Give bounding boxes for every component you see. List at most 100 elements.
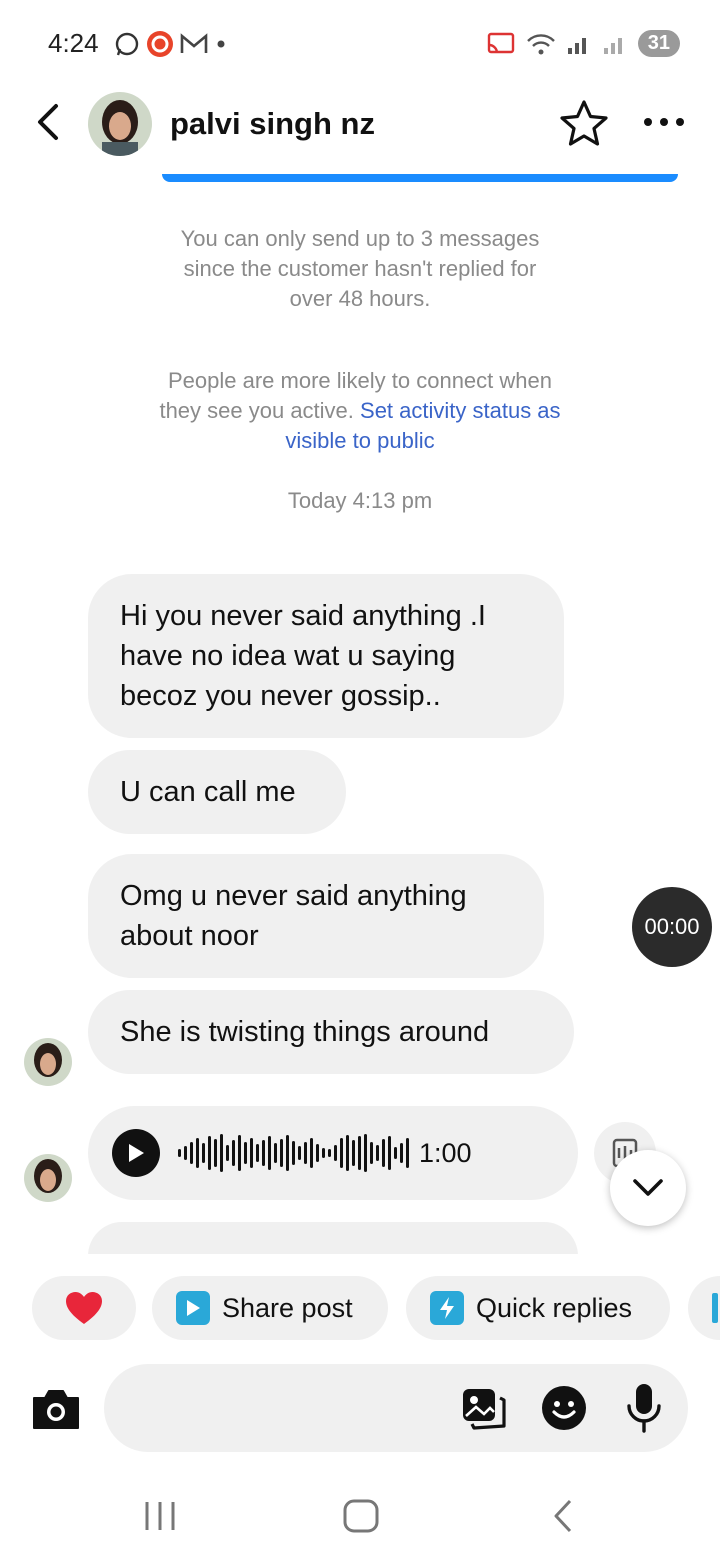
waveform-bar	[226, 1145, 229, 1161]
play-icon	[129, 1144, 144, 1162]
heart-icon	[66, 1292, 102, 1324]
home-icon[interactable]	[342, 1498, 380, 1534]
gmail-icon	[180, 33, 208, 53]
message-timestamp: Today 4:13 pm	[287, 488, 433, 513]
message-bubble[interactable]: Omg u never said anything about noor	[88, 854, 544, 978]
waveform-bar	[190, 1142, 193, 1164]
profile-card-edge	[162, 174, 678, 182]
notice-line: over 48 hours.	[289, 286, 431, 311]
message-text: about noor	[120, 920, 259, 952]
message-bubble[interactable]: U can call me	[88, 750, 346, 834]
share-post-icon	[176, 1291, 210, 1325]
waveform-bar	[202, 1143, 205, 1163]
waveform-bar	[400, 1143, 403, 1163]
microphone-icon[interactable]	[624, 1382, 664, 1434]
voice-waveform[interactable]	[178, 1133, 409, 1173]
waveform-bar	[250, 1138, 253, 1168]
waveform-bar	[382, 1139, 385, 1167]
waveform-bar	[328, 1149, 331, 1157]
message-text: U can call me	[120, 776, 296, 808]
signal-icon-2	[603, 37, 622, 54]
waveform-bar	[178, 1149, 181, 1157]
waveform-bar	[232, 1140, 235, 1166]
chip-label: Quick replies	[476, 1292, 633, 1323]
waveform-bar	[286, 1135, 289, 1171]
activity-status-link-continued[interactable]: visible to public	[90, 426, 630, 456]
share-post-chip[interactable]: Share post	[152, 1276, 388, 1340]
sticker-icon[interactable]	[540, 1384, 588, 1432]
star-icon[interactable]	[558, 98, 610, 150]
waveform-bar	[268, 1136, 271, 1170]
activity-status-notice: People are more likely to connect when t…	[90, 366, 630, 456]
voice-message[interactable]: 1:00	[88, 1106, 578, 1200]
waveform-bar	[262, 1140, 265, 1166]
waveform-bar	[274, 1143, 277, 1163]
waveform-bar	[244, 1142, 247, 1164]
whatsapp-icon	[115, 32, 139, 56]
contact-name[interactable]: palvi singh nz	[170, 106, 375, 142]
activity-status-link[interactable]: Set activity status as	[360, 398, 561, 423]
app-icon	[147, 31, 173, 57]
message-bubble[interactable]: She is twisting things around	[88, 990, 574, 1074]
waveform-bar	[388, 1136, 391, 1170]
waveform-bar	[298, 1146, 301, 1160]
waveform-bar	[256, 1144, 259, 1162]
contact-avatar[interactable]	[88, 92, 152, 156]
waveform-bar	[304, 1142, 307, 1164]
waveform-bar	[358, 1136, 361, 1170]
camera-icon[interactable]	[30, 1384, 82, 1432]
scroll-to-bottom-button[interactable]	[610, 1150, 686, 1226]
waveform-bar	[376, 1145, 379, 1161]
more-options-icon[interactable]	[640, 106, 688, 138]
recording-timer: 00:00	[632, 887, 712, 967]
notice-line: they see you active.	[159, 398, 361, 423]
gallery-icon[interactable]	[460, 1386, 508, 1432]
waveform-bar	[184, 1146, 187, 1160]
back-arrow-icon[interactable]	[28, 100, 68, 144]
waveform-bar	[394, 1147, 397, 1159]
signal-icon	[567, 37, 586, 54]
back-icon[interactable]	[548, 1498, 578, 1534]
waveform-bar	[238, 1135, 241, 1171]
waveform-bar	[352, 1140, 355, 1166]
lightning-icon	[430, 1291, 464, 1325]
notice-line: People are more likely to connect when	[168, 368, 552, 393]
message-bubble[interactable]: Hi you never said anything .I have no id…	[88, 574, 564, 738]
chip-icon-partial	[712, 1293, 718, 1323]
notice-line: You can only send up to 3 messages	[180, 226, 540, 251]
waveform-bar	[196, 1138, 199, 1168]
like-chip[interactable]	[32, 1276, 136, 1340]
partial-message-bubble[interactable]	[88, 1222, 578, 1256]
message-text: Hi you never said anything .I	[120, 600, 486, 632]
dot-icon	[217, 40, 225, 48]
chevron-down-icon	[633, 1179, 663, 1196]
message-text: Omg u never said anything	[120, 880, 467, 912]
wifi-icon	[526, 33, 555, 54]
message-input[interactable]	[104, 1364, 688, 1452]
waveform-bar	[280, 1139, 283, 1167]
chip-label: Share post	[222, 1292, 353, 1323]
battery-indicator: 31	[637, 30, 680, 57]
play-button[interactable]	[112, 1129, 160, 1177]
status-time: 4:24	[48, 28, 99, 58]
sender-avatar[interactable]	[24, 1038, 72, 1086]
notice-line: since the customer hasn't replied for	[183, 256, 537, 281]
waveform-bar	[334, 1145, 337, 1161]
system-navigation-bar	[0, 1470, 720, 1568]
quick-replies-chip[interactable]: Quick replies	[406, 1276, 670, 1340]
voice-duration: 1:00	[419, 1137, 472, 1168]
message-limit-notice: You can only send up to 3 messages since…	[100, 224, 620, 314]
message-text: becoz you never gossip..	[120, 680, 441, 712]
waveform-bar	[316, 1144, 319, 1162]
waveform-bar	[292, 1141, 295, 1165]
waveform-bar	[340, 1138, 343, 1168]
waveform-bar	[310, 1138, 313, 1168]
recent-apps-icon[interactable]	[142, 1498, 178, 1534]
sender-avatar[interactable]	[24, 1154, 72, 1202]
status-system-icons: 31	[486, 30, 680, 57]
waveform-bar	[220, 1134, 223, 1172]
waveform-bar	[406, 1138, 409, 1168]
message-text: She is twisting things around	[120, 1016, 490, 1048]
waveform-bar	[214, 1139, 217, 1167]
cast-icon	[487, 32, 514, 53]
